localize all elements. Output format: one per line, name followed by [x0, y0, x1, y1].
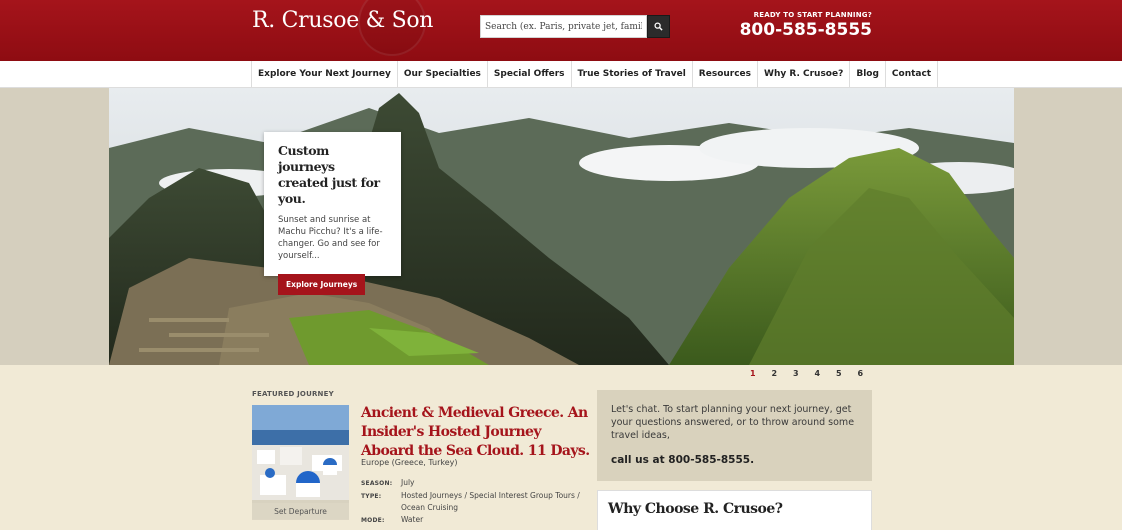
featured-region: Europe (Greece, Turkey) — [361, 458, 458, 467]
meta-row-season: SEASON: July — [361, 477, 591, 490]
nav-item-why[interactable]: Why R. Crusoe? — [758, 61, 851, 88]
meta-value: July — [401, 478, 415, 487]
meta-key: SEASON: — [361, 480, 393, 487]
hero-text: Sunset and sunrise at Machu Picchu? It's… — [278, 215, 383, 261]
featured-title[interactable]: Ancient & Medieval Greece. An Insider's … — [361, 404, 591, 461]
chat-text: Let's chat. To start planning your next … — [611, 404, 855, 441]
featured-image[interactable] — [252, 405, 349, 519]
chat-box: Let's chat. To start planning your next … — [597, 390, 872, 481]
main-nav-bar: Explore Your Next Journey Our Specialtie… — [0, 61, 1122, 88]
meta-key: TYPE: — [361, 493, 382, 500]
meta-row-type: TYPE: Hosted Journeys / Special Interest… — [361, 490, 591, 514]
pager-item-5[interactable]: 5 — [832, 369, 854, 378]
search-input[interactable] — [480, 15, 647, 38]
nav-item-blog[interactable]: Blog — [850, 61, 886, 88]
meta-row-mode: MODE: Water — [361, 514, 591, 527]
meta-value: Water — [401, 515, 424, 524]
nav-item-resources[interactable]: Resources — [693, 61, 759, 88]
why-choose-title: Why Choose R. Crusoe? — [608, 501, 783, 517]
pager-item-4[interactable]: 4 — [811, 369, 833, 378]
search-icon — [654, 22, 663, 31]
pager-item-1[interactable]: 1 — [746, 369, 768, 378]
featured-meta: SEASON: July TYPE: Hosted Journeys / Spe… — [361, 477, 591, 527]
meta-key: MODE: — [361, 517, 385, 524]
hero-promo-card: Custom journeys created just for you. Su… — [264, 132, 401, 295]
nav-item-contact[interactable]: Contact — [886, 61, 939, 88]
set-departure-caption: Set Departure — [252, 503, 349, 520]
nav-item-explore[interactable]: Explore Your Next Journey — [252, 61, 398, 88]
explore-journeys-button[interactable]: Explore Journeys — [278, 274, 366, 295]
chat-call-link[interactable]: call us at 800-585-8555. — [611, 454, 858, 466]
meta-value: Hosted Journeys / Special Interest Group… — [401, 491, 580, 512]
main-nav: Explore Your Next Journey Our Specialtie… — [251, 61, 939, 88]
why-choose-box: Why Choose R. Crusoe? — [597, 490, 872, 530]
hero-pager: 1 2 3 4 5 6 — [746, 369, 875, 378]
search-form — [480, 15, 670, 38]
hero-image — [109, 88, 1014, 365]
hero-title: Custom journeys created just for you. — [278, 143, 380, 206]
site-header: R. Crusoe & Son READY TO START PLANNING?… — [0, 0, 1122, 61]
planning-label: READY TO START PLANNING? — [753, 11, 872, 19]
header-phone[interactable]: 800-585-8555 — [722, 20, 872, 40]
pager-item-6[interactable]: 6 — [854, 369, 876, 378]
nav-item-specialties[interactable]: Our Specialties — [398, 61, 488, 88]
nav-item-true-stories[interactable]: True Stories of Travel — [572, 61, 693, 88]
nav-item-special-offers[interactable]: Special Offers — [488, 61, 572, 88]
search-button[interactable] — [647, 15, 670, 38]
featured-label: FEATURED JOURNEY — [252, 390, 334, 398]
site-logo[interactable]: R. Crusoe & Son — [252, 8, 433, 33]
pager-item-3[interactable]: 3 — [789, 369, 811, 378]
pager-item-2[interactable]: 2 — [768, 369, 790, 378]
